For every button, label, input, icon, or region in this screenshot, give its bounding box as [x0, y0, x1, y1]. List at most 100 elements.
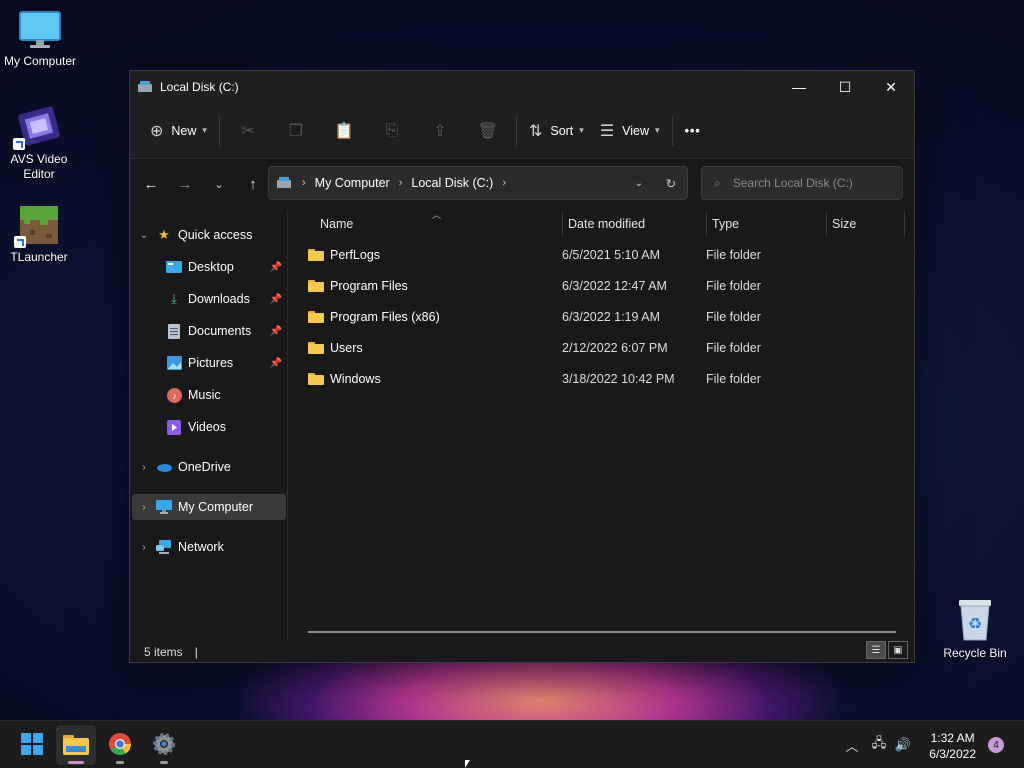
sidebar-item-label: My Computer: [178, 500, 254, 514]
sidebar-item-pictures[interactable]: Pictures 📌: [132, 350, 286, 376]
chevron-down-icon: ▾: [655, 125, 660, 135]
column-divider[interactable]: [904, 212, 905, 236]
details-view-icon[interactable]: ☰: [866, 641, 886, 659]
search-input[interactable]: [732, 176, 883, 190]
breadcrumb-my-computer[interactable]: My Computer: [315, 176, 390, 190]
chevron-right-icon[interactable]: ›: [132, 502, 156, 513]
navigation-pane: ⌄ ★ Quick access Desktop 📌 ⤓ Downloads 📌…: [130, 210, 288, 641]
chrome-icon: [109, 732, 131, 758]
file-name: Program Files: [330, 279, 408, 293]
notification-badge[interactable]: 4: [988, 737, 1004, 753]
file-row-program-files-x86[interactable]: Program Files (x86) 6/3/2022 1:19 AM Fil…: [300, 303, 900, 331]
paste-icon[interactable]: 📋: [320, 114, 368, 148]
document-icon: [166, 323, 182, 339]
sidebar-item-desktop[interactable]: Desktop 📌: [132, 254, 286, 280]
system-tray: ︿ 🖧 🔊: [842, 721, 914, 768]
file-row-users[interactable]: Users 2/12/2022 6:07 PM File folder: [300, 334, 900, 362]
desktop-icon-tlauncher[interactable]: TLauncher: [0, 204, 79, 265]
column-header-date-modified[interactable]: Date modified: [568, 210, 645, 238]
desktop-icon-my-computer[interactable]: My Computer: [0, 10, 80, 69]
column-divider[interactable]: [826, 212, 827, 236]
column-header-size[interactable]: Size: [832, 210, 856, 238]
sidebar-item-network[interactable]: › Network: [132, 534, 286, 560]
tiles-view-icon[interactable]: ▣: [888, 641, 908, 659]
sidebar-item-music[interactable]: ♪ Music: [132, 382, 286, 408]
folder-icon: [308, 249, 324, 261]
drive-icon: [138, 81, 154, 93]
item-count: 5 items: [144, 645, 183, 659]
new-button[interactable]: ⊕ New ▾: [142, 114, 215, 148]
chevron-right-icon[interactable]: ›: [132, 462, 156, 473]
clock[interactable]: 1:32 AM 6/3/2022: [929, 730, 976, 762]
desktop-icon-label: My Computer: [3, 54, 77, 68]
svg-text:♻: ♻: [968, 616, 982, 633]
chevron-right-icon[interactable]: ›: [132, 542, 156, 553]
sidebar-item-my-computer[interactable]: › My Computer: [132, 494, 286, 520]
delete-icon[interactable]: 🗑: [464, 114, 512, 148]
sidebar-item-videos[interactable]: Videos: [132, 414, 286, 440]
sidebar-item-quick-access[interactable]: ⌄ ★ Quick access: [132, 222, 286, 248]
title-bar[interactable]: Local Disk (C:) — ☐ ✕: [130, 71, 914, 103]
desktop-icon-recycle-bin[interactable]: ♻ Recycle Bin: [935, 598, 1015, 661]
command-bar: ⊕ New ▾ ✂ ❐ 📋 ⎘ ⇪ 🗑 ⇅ Sort ▾ ☰ View ▾ ••…: [130, 103, 914, 159]
back-arrow-icon[interactable]: ←: [134, 168, 168, 200]
file-row-windows[interactable]: Windows 3/18/2022 10:42 PM File folder: [300, 365, 900, 393]
refresh-icon[interactable]: ↻: [655, 176, 687, 191]
sidebar-item-label: Videos: [188, 420, 226, 434]
rename-icon[interactable]: ⎘: [368, 114, 416, 148]
grass-block-icon: [14, 204, 60, 248]
taskbar-settings[interactable]: [144, 725, 184, 765]
column-header-type[interactable]: Type: [712, 210, 739, 238]
file-type: File folder: [706, 279, 761, 293]
chevron-up-icon[interactable]: ︿: [842, 736, 862, 755]
file-name: PerfLogs: [330, 248, 381, 262]
cut-icon[interactable]: ✂: [224, 114, 272, 148]
forward-arrow-icon[interactable]: →: [168, 168, 202, 200]
more-options-button[interactable]: •••: [677, 114, 709, 148]
file-explorer-window[interactable]: Local Disk (C:) — ☐ ✕ ⊕ New ▾ ✂ ❐ 📋 ⎘ ⇪ …: [129, 70, 915, 663]
sort-button[interactable]: ⇅ Sort ▾: [521, 114, 592, 148]
sidebar-item-label: Desktop: [188, 260, 234, 274]
recent-locations-chevron-icon[interactable]: ⌄: [202, 168, 236, 200]
horizontal-scrollbar[interactable]: [308, 631, 896, 633]
breadcrumb-local-disk[interactable]: Local Disk (C:): [411, 176, 493, 190]
pin-icon[interactable]: 📌: [270, 262, 282, 273]
close-button[interactable]: ✕: [868, 71, 914, 103]
music-icon: ♪: [166, 387, 182, 403]
address-history-chevron-icon[interactable]: ⌄: [623, 178, 655, 189]
start-button[interactable]: [12, 725, 52, 765]
sidebar-item-downloads[interactable]: ⤓ Downloads 📌: [132, 286, 286, 312]
cloud-icon: [156, 459, 172, 475]
file-row-program-files[interactable]: Program Files 6/3/2022 12:47 AM File fol…: [300, 272, 900, 300]
file-name: Users: [330, 341, 363, 355]
pin-icon[interactable]: 📌: [270, 294, 282, 305]
chevron-down-icon[interactable]: ⌄: [132, 230, 156, 241]
desktop-icon-avs-video-editor[interactable]: AVS Video Editor: [0, 104, 79, 182]
sidebar-item-documents[interactable]: Documents 📌: [132, 318, 286, 344]
folder-icon: [308, 342, 324, 354]
gear-icon: [152, 732, 176, 759]
taskbar-chrome[interactable]: [100, 725, 140, 765]
pin-icon[interactable]: 📌: [270, 358, 282, 369]
column-divider[interactable]: [706, 212, 707, 236]
sidebar-item-onedrive[interactable]: › OneDrive: [132, 454, 286, 480]
search-icon: ⌕: [714, 175, 721, 190]
network-icon: [156, 539, 172, 555]
pin-icon[interactable]: 📌: [270, 326, 282, 337]
column-header-name[interactable]: Name: [320, 210, 353, 238]
up-arrow-icon[interactable]: ↑: [236, 168, 270, 200]
file-row-perflogs[interactable]: PerfLogs 6/5/2021 5:10 AM File folder: [300, 241, 900, 269]
maximize-button[interactable]: ☐: [822, 71, 868, 103]
minimize-button[interactable]: —: [776, 71, 822, 103]
share-icon[interactable]: ⇪: [416, 114, 464, 148]
network-status-icon[interactable]: 🖧: [866, 734, 892, 756]
address-bar[interactable]: › My Computer › Local Disk (C:) › ⌄ ↻: [268, 166, 688, 200]
column-divider[interactable]: [562, 212, 563, 236]
view-button[interactable]: ☰ View ▾: [592, 114, 668, 148]
status-bar: 5 items | ☰ ▣: [130, 641, 914, 663]
search-box[interactable]: ⌕: [701, 166, 903, 200]
volume-icon[interactable]: 🔊: [892, 737, 914, 753]
sidebar-item-label: Documents: [188, 324, 252, 338]
taskbar-file-explorer[interactable]: [56, 725, 96, 765]
copy-icon[interactable]: ❐: [272, 114, 320, 148]
